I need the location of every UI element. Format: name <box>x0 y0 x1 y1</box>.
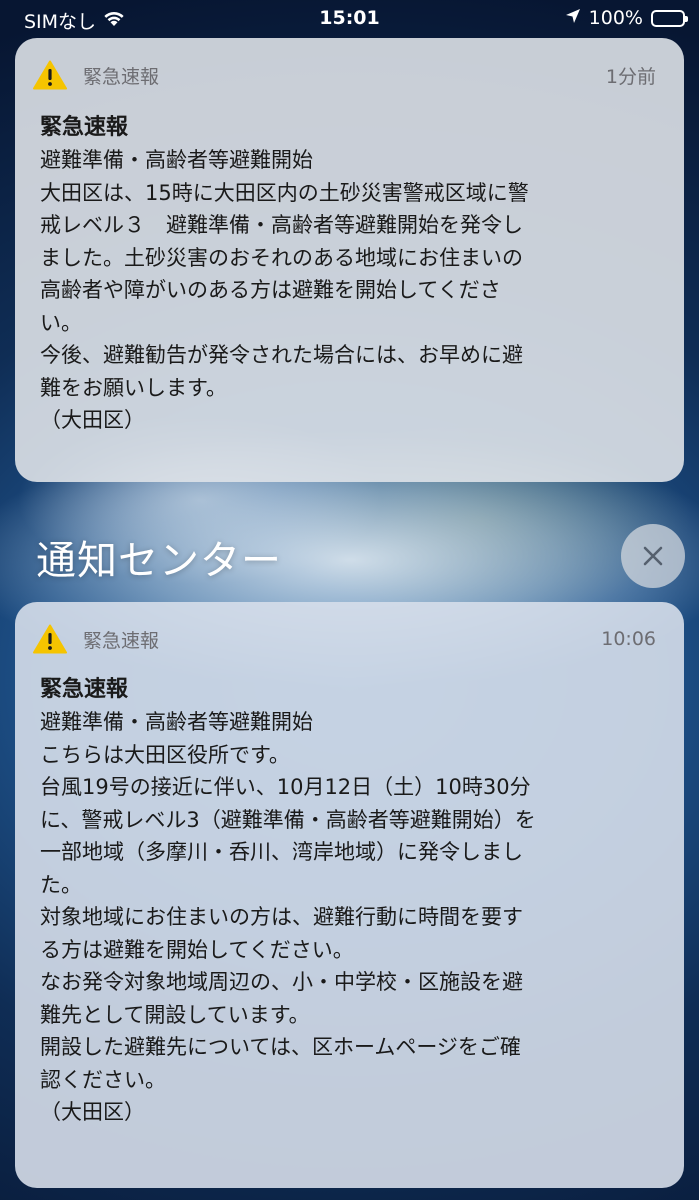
close-icon <box>643 546 663 566</box>
notification-time: 1分前 <box>605 65 656 88</box>
notification-time: 10:06 <box>601 628 656 650</box>
warning-icon <box>33 60 67 90</box>
battery-icon <box>651 9 688 27</box>
notification-header: 緊急速報 10:06 <box>33 624 656 654</box>
location-arrow-icon <box>565 7 581 29</box>
notification-text: 避難準備・高齢者等避難開始 大田区は、15時に大田区内の土砂災害警戒区域に警 戒… <box>40 148 529 432</box>
notification-title: 緊急速報 <box>40 115 129 140</box>
notification-card[interactable]: 緊急速報 10:06 緊急速報 避難準備・高齢者等避難開始 こちらは大田区役所で… <box>15 602 684 1188</box>
notification-body: 緊急速報 避難準備・高齢者等避難開始 こちらは大田区役所です。 台風19号の接近… <box>40 674 660 1129</box>
notification-header: 緊急速報 1分前 <box>33 60 656 90</box>
notification-center-title: 通知センター <box>36 538 282 584</box>
notification-text: 避難準備・高齢者等避難開始 こちらは大田区役所です。 台風19号の接近に伴い、1… <box>40 710 536 1124</box>
notification-app-name: 緊急速報 <box>83 629 160 652</box>
notification-app-name: 緊急速報 <box>83 65 160 88</box>
clear-notifications-button[interactable] <box>621 524 685 588</box>
warning-icon <box>33 624 67 654</box>
notification-card[interactable]: 緊急速報 1分前 緊急速報 避難準備・高齢者等避難開始 大田区は、15時に大田区… <box>15 38 684 482</box>
notification-title: 緊急速報 <box>40 677 129 702</box>
status-right: 100% <box>565 7 688 29</box>
notification-body: 緊急速報 避難準備・高齢者等避難開始 大田区は、15時に大田区内の土砂災害警戒区… <box>40 112 660 437</box>
status-bar: SIMなし 15:01 100% <box>0 0 699 38</box>
battery-percent: 100% <box>588 7 643 29</box>
